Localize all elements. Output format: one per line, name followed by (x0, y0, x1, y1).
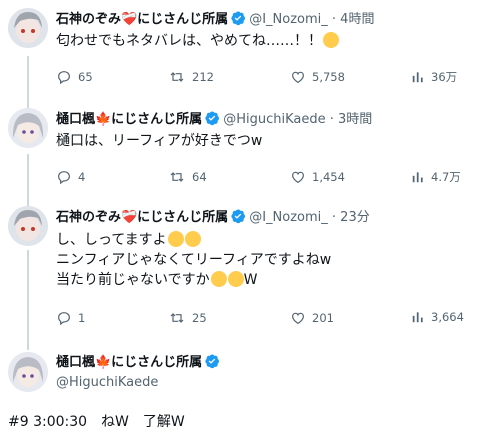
caption-text: #9 3:00:30 ねW 了解W (8, 414, 185, 430)
like-button[interactable]: 5,758 (290, 69, 345, 85)
tweet-header: 石神のぞみ❤️‍🩹にじさんじ所属 @I_Nozomi_ · 4時間 (56, 10, 374, 32)
display-name[interactable]: 樋口楓🍁にじさんじ所属 (56, 112, 202, 127)
avatar[interactable] (8, 8, 48, 48)
reply-icon (58, 171, 70, 185)
views-button[interactable]: 36万 (411, 69, 457, 85)
like-button[interactable]: 201 (290, 310, 334, 326)
avatar[interactable] (8, 352, 48, 392)
timestamp[interactable]: 3時間 (338, 112, 372, 127)
tweet-text: 樋口は、リーフィアが好きでつw (56, 133, 263, 149)
retweet-icon (170, 72, 184, 82)
like-icon (292, 71, 304, 84)
retweet-icon (170, 172, 184, 182)
avatar[interactable] (8, 206, 48, 246)
timestamp[interactable]: 23分 (340, 210, 370, 225)
like-icon (292, 312, 304, 325)
tweet-actions: 1 25 201 3,664 (56, 310, 466, 330)
tweet-text: し、しってますよ ニンフィアじゃなくてリーフィアですよねw 当たり前じゃないです… (56, 231, 332, 288)
verified-badge-icon (204, 353, 220, 375)
reply-button[interactable]: 4 (56, 169, 85, 185)
tweet[interactable]: 樋口楓🍁にじさんじ所属 @HiguchiKaede · 3時間 樋口は、リーフィア… (0, 106, 480, 192)
retweet-button[interactable]: 25 (168, 310, 207, 326)
like-icon (292, 171, 304, 184)
reply-icon (58, 71, 70, 85)
views-button[interactable]: 3,664 (411, 310, 464, 324)
display-name[interactable]: 樋口楓🍁にじさんじ所属 (56, 355, 202, 370)
tweet-text: 匂わせでもネタバレは、やめてね……！！ (56, 31, 339, 51)
retweet-icon (170, 313, 184, 323)
tweet-header: 石神のぞみ❤️‍🩹にじさんじ所属 @I_Nozomi_ · 23分 (56, 208, 370, 230)
tweet-header: 樋口楓🍁にじさんじ所属 @HiguchiKaede · 3時間 (56, 110, 372, 132)
display-name[interactable]: 石神のぞみ❤️‍🩹にじさんじ所属 (56, 12, 228, 27)
handle[interactable]: @I_Nozomi_ (249, 210, 328, 225)
handle[interactable]: @HiguchiKaede (223, 112, 325, 127)
tweet[interactable]: 石神のぞみ❤️‍🩹にじさんじ所属 @I_Nozomi_ · 4時間 匂わせでもネタ… (0, 6, 480, 92)
handle[interactable]: @HiguchiKaede (56, 374, 158, 392)
tweet-header: 樋口楓🍁にじさんじ所属 (56, 353, 223, 375)
reply-icon (58, 312, 70, 326)
sweat-smile-emoji-icon (227, 271, 244, 287)
crying-face-emoji-icon (323, 32, 339, 48)
verified-badge-icon (230, 208, 246, 230)
views-button[interactable]: 4.7万 (411, 169, 461, 185)
handle[interactable]: @I_Nozomi_ (249, 12, 328, 27)
verified-badge-icon (230, 10, 246, 32)
timestamp[interactable]: 4時間 (340, 12, 374, 27)
sweat-smile-emoji-icon (184, 231, 201, 247)
sweat-smile-emoji-icon (167, 231, 184, 247)
views-icon (412, 312, 423, 323)
sweat-smile-emoji-icon (210, 271, 227, 287)
tweet-actions: 65 212 5,758 36万 (56, 69, 466, 89)
verified-badge-icon (204, 110, 220, 132)
tweet[interactable]: 石神のぞみ❤️‍🩹にじさんじ所属 @I_Nozomi_ · 23分 し、しってます… (0, 204, 480, 334)
display-name[interactable]: 石神のぞみ❤️‍🩹にじさんじ所属 (56, 210, 228, 225)
main-tweet-author[interactable]: 樋口楓🍁にじさんじ所属 @HiguchiKaede (0, 350, 480, 400)
reply-button[interactable]: 1 (56, 310, 85, 326)
like-button[interactable]: 1,454 (290, 169, 345, 185)
avatar[interactable] (8, 108, 48, 148)
retweet-button[interactable]: 212 (168, 69, 214, 85)
retweet-button[interactable]: 64 (168, 169, 207, 185)
views-icon (412, 72, 423, 83)
tweet-actions: 4 64 1,454 4.7万 (56, 169, 466, 189)
views-icon (412, 172, 423, 183)
reply-button[interactable]: 65 (56, 69, 93, 85)
